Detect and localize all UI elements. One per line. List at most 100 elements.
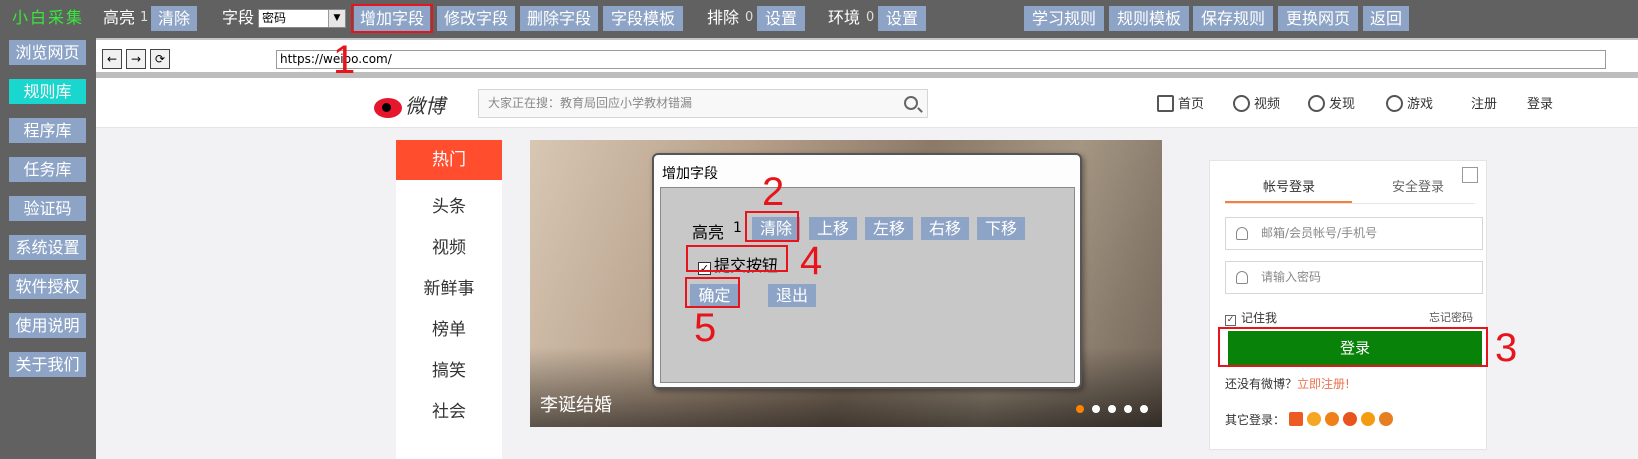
env-label: 环境 [828, 8, 861, 27]
exclude-settings-button[interactable]: 设置 [757, 6, 805, 31]
field-select[interactable]: 密码 ▼ [258, 9, 346, 28]
carousel-dot[interactable] [1108, 405, 1116, 413]
nav-discover-label: 发现 [1329, 97, 1356, 112]
360-icon[interactable] [1361, 412, 1376, 426]
channel-video[interactable]: 视频 [396, 233, 502, 258]
url-input[interactable]: https://weibo.com/ [276, 50, 1606, 69]
gamepad-icon [1386, 95, 1403, 112]
add-field-button[interactable]: 增加字段 [354, 6, 430, 31]
taobao-icon[interactable] [1289, 412, 1304, 426]
weibo-search-input[interactable]: 大家正在搜：教育局回应小学教材错漏 [478, 89, 928, 118]
checkbox-checked-icon: ✓ [1225, 315, 1236, 326]
sidebar-item-about[interactable]: 关于我们 [9, 352, 86, 377]
search-icon[interactable] [904, 96, 918, 110]
login-button[interactable]: 登录 [1228, 331, 1482, 365]
channel-ranking[interactable]: 榜单 [396, 315, 502, 340]
register-prompt: 还没有微博？立即注册! [1225, 375, 1350, 392]
qq-icon[interactable] [1307, 412, 1322, 426]
edit-field-button[interactable]: 修改字段 [437, 6, 515, 31]
remember-me-checkbox[interactable]: ✓ 记住我 [1225, 309, 1277, 326]
forgot-password-link[interactable]: 忘记密码 [1429, 309, 1473, 325]
nav-video[interactable]: 视频 [1233, 93, 1280, 112]
sidebar-item-settings[interactable]: 系统设置 [9, 235, 86, 260]
channel-hot[interactable]: 热门 [396, 140, 502, 180]
weibo-search-placeholder: 大家正在搜：教育局回应小学教材错漏 [488, 96, 693, 110]
password-placeholder: 请输入密码 [1261, 270, 1322, 284]
channel-fresh[interactable]: 新鲜事 [396, 274, 502, 299]
carousel-dot[interactable] [1140, 405, 1148, 413]
tab-account-login[interactable]: 帐号登录 [1263, 176, 1315, 195]
tool-sidebar: 浏览网页 规则库 程序库 任务库 验证码 系统设置 软件授权 使用说明 关于我们 [0, 38, 96, 459]
nav-register[interactable]: 注册 [1471, 93, 1497, 112]
exclude-label: 排除 [707, 8, 740, 27]
sidebar-item-captcha[interactable]: 验证码 [9, 196, 86, 221]
back-button[interactable]: 返回 [1363, 6, 1409, 31]
carousel-dots [1068, 398, 1148, 417]
nav-back-icon[interactable]: ← [102, 49, 122, 69]
add-field-dialog: 增加字段 高亮 1 清除 上移 左移 右移 下移 ✓ 提交按钮 确定 退出 [652, 153, 1082, 389]
nav-game[interactable]: 游戏 [1386, 93, 1433, 112]
weixin-icon[interactable] [1343, 412, 1358, 426]
confirm-button[interactable]: 确定 [690, 284, 739, 307]
field-select-value: 密码 [262, 11, 287, 25]
refresh-icon[interactable]: ⟳ [150, 49, 170, 69]
other-login: 其它登录： [1225, 411, 1394, 428]
move-left-button[interactable]: 左移 [865, 217, 913, 240]
sidebar-item-tasks[interactable]: 任务库 [9, 157, 86, 182]
learn-rules-button[interactable]: 学习规则 [1024, 6, 1104, 31]
tab-active-indicator [1225, 201, 1352, 203]
sidebar-item-programs[interactable]: 程序库 [9, 118, 86, 143]
nav-login[interactable]: 登录 [1527, 93, 1553, 112]
clear-highlight-button[interactable]: 清除 [151, 6, 197, 31]
video-icon [1233, 95, 1250, 112]
field-template-button[interactable]: 字段模板 [603, 6, 683, 31]
banner-caption[interactable]: 李诞结婚 [540, 391, 612, 417]
nav-discover[interactable]: 发现 [1308, 93, 1355, 112]
move-right-button[interactable]: 右移 [921, 217, 969, 240]
carousel-dot[interactable] [1076, 405, 1084, 413]
channel-society[interactable]: 社会 [396, 397, 502, 422]
username-input[interactable]: 邮箱/会员帐号/手机号 [1225, 217, 1483, 250]
nav-forward-icon[interactable]: → [126, 49, 146, 69]
carousel-dot[interactable] [1124, 405, 1132, 413]
nav-home[interactable]: 首页 [1157, 93, 1204, 112]
env-settings-button[interactable]: 设置 [878, 6, 926, 31]
move-down-button[interactable]: 下移 [977, 217, 1025, 240]
address-bar: ← → ⟳ https://weibo.com/ [96, 38, 1638, 78]
dialog-highlight-label: 高亮 [692, 223, 725, 242]
sidebar-item-manual[interactable]: 使用说明 [9, 313, 86, 338]
nav-game-label: 游戏 [1407, 97, 1434, 112]
save-rules-button[interactable]: 保存规则 [1193, 6, 1273, 31]
other-login-label: 其它登录： [1225, 413, 1286, 427]
move-up-button[interactable]: 上移 [809, 217, 857, 240]
weibo-logo[interactable]: 微博 [374, 90, 445, 119]
tab-secure-login[interactable]: 安全登录 [1392, 176, 1444, 195]
dialog-title: 增加字段 [662, 166, 718, 182]
delete-field-button[interactable]: 删除字段 [520, 6, 598, 31]
channel-headline[interactable]: 头条 [396, 192, 502, 217]
submit-button-checkbox[interactable]: ✓ 提交按钮 [698, 252, 778, 276]
dialog-clear-button[interactable]: 清除 [752, 217, 800, 240]
exit-button[interactable]: 退出 [768, 284, 816, 307]
channel-funny[interactable]: 搞笑 [396, 356, 502, 381]
highlight-count: 1 [140, 10, 149, 25]
change-page-button[interactable]: 更换网页 [1278, 6, 1358, 31]
weibo-header: 微博 大家正在搜：教育局回应小学教材错漏 首页 视频 发现 游戏 注册 登录 [96, 78, 1638, 128]
step-number-5: 5 [694, 306, 717, 350]
unicom-icon[interactable] [1379, 412, 1394, 426]
tianyi-icon[interactable] [1325, 412, 1340, 426]
weibo-logo-text: 微博 [405, 94, 445, 118]
username-placeholder: 邮箱/会员帐号/手机号 [1261, 226, 1378, 240]
sidebar-item-rules[interactable]: 规则库 [9, 79, 86, 104]
sidebar-item-browse[interactable]: 浏览网页 [9, 40, 86, 65]
sidebar-item-license[interactable]: 软件授权 [9, 274, 86, 299]
carousel-dot[interactable] [1092, 405, 1100, 413]
exclude-count: 0 [745, 10, 754, 25]
rule-template-button[interactable]: 规则模板 [1109, 6, 1189, 31]
password-input[interactable]: 请输入密码 [1225, 261, 1483, 294]
step-number-4: 4 [800, 239, 823, 283]
nav-home-label: 首页 [1178, 97, 1205, 112]
qr-login-icon[interactable] [1462, 167, 1478, 183]
register-now-link[interactable]: 立即注册! [1297, 377, 1350, 391]
user-icon [1236, 227, 1248, 240]
